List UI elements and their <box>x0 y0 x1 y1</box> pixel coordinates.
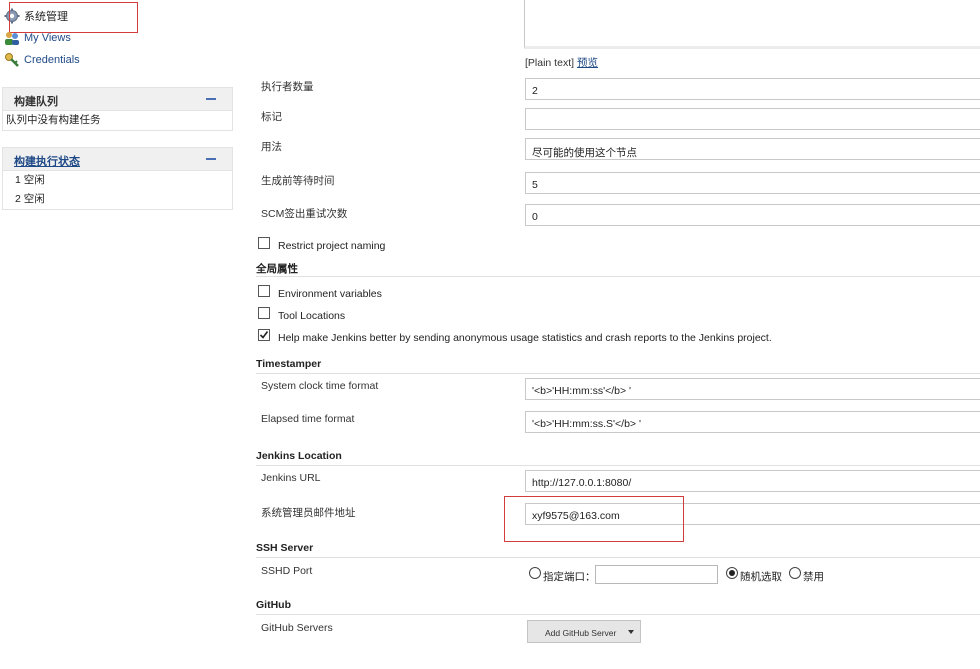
usage-stats-checkbox[interactable] <box>258 329 270 341</box>
sidebar-link-credentials[interactable]: Credentials <box>4 51 80 69</box>
scm-retry-input[interactable]: 0 <box>525 204 980 226</box>
collapse-icon[interactable] <box>206 98 216 100</box>
labels-input[interactable] <box>525 108 980 130</box>
description-format: [Plain text] 预览 <box>525 55 598 70</box>
usage-select[interactable]: 尽可能的使用这个节点 <box>525 138 980 160</box>
divider <box>256 465 980 466</box>
jenkins-url-input[interactable]: http://127.0.0.1:8080/ <box>525 470 980 492</box>
system-message-textarea[interactable] <box>524 0 980 49</box>
port-input[interactable] <box>595 565 718 584</box>
build-queue-header: 构建队列 <box>3 88 232 111</box>
people-icon <box>4 30 20 46</box>
add-github-server-label: Add GitHub Server <box>545 628 617 638</box>
restrict-naming-checkbox[interactable] <box>258 237 270 249</box>
preview-link[interactable]: 预览 <box>577 57 598 69</box>
format-text: [Plain text] <box>525 57 575 69</box>
build-queue-panel: 构建队列 队列中没有构建任务 <box>2 87 233 131</box>
env-vars-label: Environment variables <box>278 288 382 300</box>
sidebar-link-label: My Views <box>24 32 71 44</box>
radio-fixed-port[interactable] <box>529 567 541 579</box>
radio-fixed-port-label: 指定端口： <box>543 571 596 583</box>
global-properties-title: 全局属性 <box>256 263 298 275</box>
env-vars-checkbox[interactable] <box>258 285 270 297</box>
executors-input[interactable]: 2 <box>525 78 980 100</box>
sidebar-link-my-views[interactable]: My Views <box>4 29 71 47</box>
divider <box>256 557 980 558</box>
divider <box>256 614 980 615</box>
highlight-box <box>504 496 684 542</box>
tool-locations-label: Tool Locations <box>278 310 346 322</box>
jenkins-url-label: Jenkins URL <box>261 472 321 484</box>
radio-random-port-label: 随机选取 <box>740 571 782 583</box>
executor-status-header: 构建执行状态 <box>3 148 232 171</box>
ssh-server-title: SSH Server <box>256 542 314 554</box>
build-queue-empty: 队列中没有构建任务 <box>6 114 101 126</box>
github-servers-label: GitHub Servers <box>261 622 333 634</box>
timestamper-title: Timestamper <box>256 358 322 370</box>
sidebar-link-label: Credentials <box>24 54 80 66</box>
restrict-naming-label: Restrict project naming <box>278 240 386 252</box>
usage-stats-label: Help make Jenkins better by sending anon… <box>278 332 772 344</box>
elapsed-input[interactable]: '<b>'HH:mm:ss.S'</b> ' <box>525 411 980 433</box>
check-icon <box>259 331 269 339</box>
github-title: GitHub <box>256 599 291 611</box>
usage-label: 用法 <box>261 141 282 153</box>
divider <box>256 373 980 374</box>
labels-label: 标记 <box>261 111 282 123</box>
system-clock-input[interactable]: '<b>'HH:mm:ss'</b> ' <box>525 378 980 400</box>
jenkins-location-title: Jenkins Location <box>256 450 342 462</box>
divider <box>256 276 980 277</box>
chevron-down-icon <box>628 630 634 634</box>
build-queue-title: 构建队列 <box>14 96 58 108</box>
quiet-period-input[interactable]: 5 <box>525 172 980 194</box>
collapse-icon[interactable] <box>206 158 216 160</box>
radio-random-port[interactable] <box>726 567 738 579</box>
tool-locations-checkbox[interactable] <box>258 307 270 319</box>
elapsed-label: Elapsed time format <box>261 413 355 425</box>
quiet-period-label: 生成前等待时间 <box>261 175 335 187</box>
sshd-port-label: SSHD Port <box>261 565 313 577</box>
executor-row: 1 空闲 <box>15 174 45 186</box>
scm-retry-label: SCM签出重试次数 <box>261 208 348 220</box>
executor-status-panel: 构建执行状态 1 空闲 2 空闲 <box>2 147 233 210</box>
system-clock-label: System clock time format <box>261 380 379 392</box>
radio-disable[interactable] <box>789 567 801 579</box>
admin-email-label: 系统管理员邮件地址 <box>261 507 356 519</box>
executor-row: 2 空闲 <box>15 193 45 205</box>
key-icon <box>4 52 20 68</box>
radio-disable-label: 禁用 <box>803 571 824 583</box>
executors-label: 执行者数量 <box>261 81 314 93</box>
executor-status-title[interactable]: 构建执行状态 <box>14 153 80 169</box>
add-github-server-button[interactable]: Add GitHub Server <box>527 620 641 643</box>
